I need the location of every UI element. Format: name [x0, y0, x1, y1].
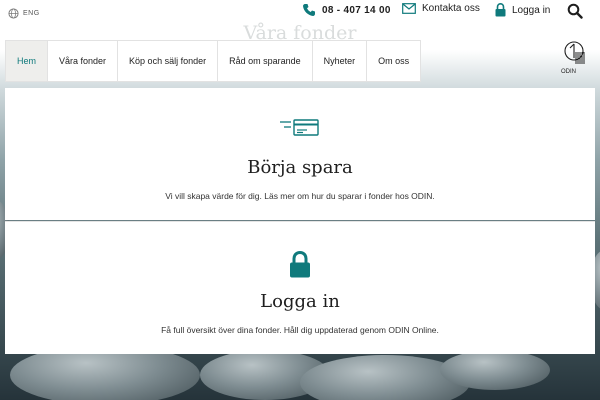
card-description: Vi vill skapa värde för dig. Läs mer om … [165, 191, 435, 201]
phone-number: 08 - 407 14 00 [322, 4, 391, 16]
contact-label: Kontakta oss [422, 3, 480, 14]
card-description: Få full översikt över dina fonder. Håll … [161, 325, 439, 335]
language-label: ENG [23, 10, 40, 17]
nav-item-hem[interactable]: Hem [6, 41, 49, 81]
logo-text: ODIN [561, 69, 576, 75]
language-switcher[interactable]: ENG [8, 8, 40, 19]
card-title: Börja spara [247, 157, 353, 178]
mail-icon [402, 3, 416, 14]
phone-icon [303, 4, 315, 16]
search-icon [567, 3, 583, 19]
card-payment-icon [280, 119, 319, 136]
card-title: Logga in [260, 291, 340, 312]
login-card[interactable]: Logga in Få full översikt över dina fond… [5, 221, 595, 354]
rock-shape [440, 350, 550, 390]
nav-item-rad-om-sparande[interactable]: Råd om sparande [218, 41, 313, 81]
top-utility-bar: ENG 08 - 407 14 00 Kontakta oss Logga in [0, 0, 600, 24]
login-link[interactable]: Logga in [495, 3, 550, 17]
odin-logo-mark: ODIN [561, 41, 585, 75]
nav-item-vara-fonder[interactable]: Våra fonder [48, 41, 119, 81]
nav-item-nyheter[interactable]: Nyheter [313, 41, 368, 81]
contact-link[interactable]: Kontakta oss [402, 3, 480, 14]
login-label: Logga in [512, 4, 551, 16]
globe-icon [8, 8, 19, 19]
nav-item-om-oss[interactable]: Om oss [367, 41, 420, 81]
lock-icon [290, 251, 310, 278]
card-icon-wrap [5, 119, 595, 137]
phone-link[interactable]: 08 - 407 14 00 [302, 3, 391, 17]
search-button[interactable] [567, 3, 583, 19]
main-navigation: Hem Våra fonder Köp och sälj fonder Råd … [5, 40, 422, 82]
start-saving-card[interactable]: Börja spara Vi vill skapa värde för dig.… [5, 88, 595, 220]
nav-item-kop-och-salj-fonder[interactable]: Köp och sälj fonder [118, 41, 219, 81]
lock-icon [495, 3, 506, 17]
odin-logo[interactable]: ODIN [561, 40, 591, 76]
card-icon-wrap [5, 251, 595, 278]
